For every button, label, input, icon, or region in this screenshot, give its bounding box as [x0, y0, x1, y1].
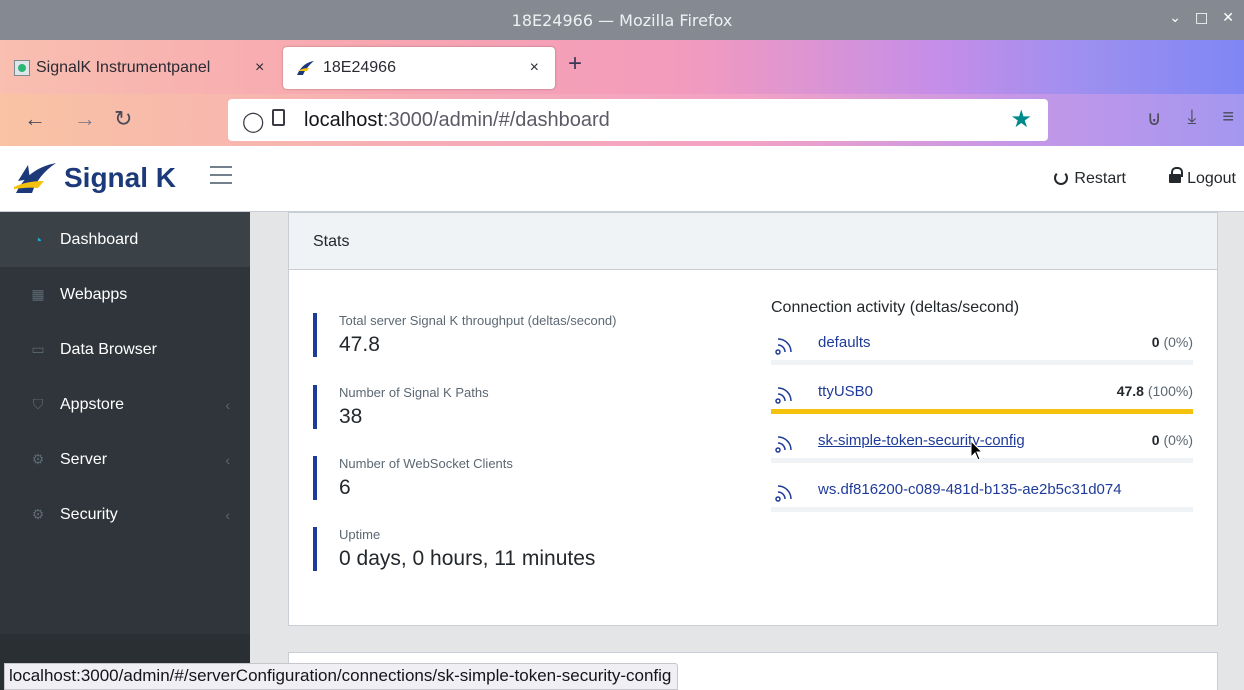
stat-label: Number of WebSocket Clients	[339, 456, 513, 471]
sidebar-item-appstore[interactable]: ⛉ Appstore ‹	[0, 377, 250, 432]
connection-row: ttyUSB0 47.8 (100%)	[771, 382, 1193, 414]
page-info-icon[interactable]	[272, 109, 285, 126]
stat-uptime: Uptime 0 days, 0 hours, 11 minutes	[313, 527, 595, 571]
connection-link[interactable]: ttyUSB0	[818, 383, 873, 400]
connection-activity-title: Connection activity (deltas/second)	[771, 299, 1020, 316]
feed-icon	[775, 387, 792, 404]
stats-card: Stats Total server Signal K throughput (…	[288, 212, 1218, 626]
basket-icon: ⛉	[32, 396, 44, 412]
tab-strip: SignalK Instrumentpanel × 18E24966 × +	[0, 40, 1244, 94]
new-tab-button[interactable]: +	[568, 50, 582, 78]
grid-icon: ▦	[31, 286, 45, 302]
reload-icon[interactable]: ↻	[114, 106, 132, 132]
stat-throughput: Total server Signal K throughput (deltas…	[313, 313, 617, 357]
link-status-bar: localhost:3000/admin/#/serverConfigurati…	[4, 663, 679, 690]
stat-label: Total server Signal K throughput (deltas…	[339, 313, 617, 328]
maximize-icon[interactable]: □	[1195, 10, 1208, 26]
chevron-left-icon: ‹	[225, 506, 230, 523]
stat-paths: Number of Signal K Paths 38	[313, 385, 489, 429]
close-window-icon[interactable]: ✕	[1222, 10, 1234, 26]
chevron-left-icon: ‹	[225, 451, 230, 468]
stat-label: Number of Signal K Paths	[339, 385, 489, 400]
navigation-toolbar: ← → ↻ ◯ localhost:3000/admin/#/dashboard…	[0, 94, 1244, 146]
brand[interactable]: Signal K	[12, 161, 176, 195]
logout-button[interactable]: Logout	[1169, 167, 1236, 188]
sidebar-item-label: Server	[60, 450, 108, 468]
lock-icon	[1169, 167, 1184, 183]
signalk-logo-icon	[14, 163, 56, 193]
signalk-favicon-icon	[297, 61, 314, 75]
restart-label: Restart	[1074, 170, 1126, 187]
sidebar-item-label: Data Browser	[60, 340, 157, 358]
logout-label: Logout	[1187, 170, 1236, 187]
window-title: 18E24966 — Mozilla Firefox	[511, 11, 733, 30]
tab-label: 18E24966	[323, 59, 396, 76]
sidebar-item-data-browser[interactable]: ▭ Data Browser	[0, 322, 250, 377]
stat-value: 38	[339, 405, 363, 428]
connection-activity-bar	[771, 360, 1193, 365]
connection-activity-bar	[771, 507, 1193, 512]
url-text[interactable]: localhost:3000/admin/#/dashboard	[304, 109, 610, 132]
stat-value: 6	[339, 476, 351, 499]
url-bar[interactable]: ◯ localhost:3000/admin/#/dashboard ★	[228, 99, 1048, 141]
main-content: Stats Total server Signal K throughput (…	[250, 212, 1244, 690]
pocket-icon[interactable]: ⊍	[1147, 106, 1162, 131]
connection-rate: 0 (0%)	[1151, 334, 1193, 350]
stat-value: 47.8	[339, 333, 380, 356]
folder-icon: ▭	[31, 341, 45, 357]
gear-icon: ⚙	[31, 506, 45, 522]
feed-icon	[775, 338, 792, 355]
toolbar-icons: ⊍ ⤓ ≡	[1147, 106, 1234, 131]
back-icon[interactable]: ←	[24, 106, 46, 132]
connection-link[interactable]: sk-simple-token-security-config	[818, 432, 1025, 449]
tab-signalk-instrumentpanel[interactable]: SignalK Instrumentpanel ×	[14, 47, 276, 89]
tab-close-icon[interactable]: ×	[530, 59, 539, 77]
connection-link[interactable]: ws.df816200-c089-481d-b135-ae2b5c31d074	[818, 481, 1122, 498]
sidebar: ◔ Dashboard ▦ Webapps ▭ Data Browser ⛉ A…	[0, 212, 250, 690]
sidebar-item-server[interactable]: ⚙ Server ‹	[0, 432, 250, 487]
feed-icon	[775, 436, 792, 453]
feed-icon	[775, 485, 792, 502]
bar-fill	[771, 409, 1193, 414]
app-header: Signal K Restart Logout	[0, 146, 1244, 212]
forward-icon[interactable]: →	[74, 106, 96, 132]
menu-icon[interactable]: ≡	[1222, 106, 1234, 131]
restart-button[interactable]: Restart	[1054, 170, 1126, 188]
speedometer-icon: ◔	[33, 231, 43, 248]
stat-websocket-clients: Number of WebSocket Clients 6	[313, 456, 513, 500]
connection-row: defaults 0 (0%)	[771, 333, 1193, 365]
sidebar-item-label: Webapps	[60, 285, 128, 303]
chevron-left-icon: ‹	[225, 396, 230, 413]
sidebar-item-label: Appstore	[60, 395, 125, 413]
stat-value: 0 days, 0 hours, 11 minutes	[339, 547, 596, 570]
window-controls: ⌄ □ ✕	[1169, 10, 1234, 26]
tab-favicon-icon	[14, 60, 30, 76]
tracking-shield-icon[interactable]: ◯	[242, 109, 264, 134]
sidebar-toggle-icon[interactable]	[210, 166, 232, 184]
sidebar-item-label: Security	[60, 505, 118, 523]
connection-rate: 0 (0%)	[1151, 432, 1193, 448]
connection-activity-bar	[771, 409, 1193, 414]
brand-name: Signal K	[64, 162, 177, 193]
sidebar-item-webapps[interactable]: ▦ Webapps	[0, 267, 250, 322]
tab-close-icon[interactable]: ×	[255, 59, 264, 77]
tab-label: SignalK Instrumentpanel	[36, 59, 211, 76]
tab-active[interactable]: 18E24966 ×	[283, 47, 555, 89]
sidebar-item-security[interactable]: ⚙ Security ‹	[0, 487, 250, 542]
connection-link[interactable]: defaults	[818, 334, 871, 351]
gear-icon: ⚙	[31, 451, 45, 467]
connection-rate: 47.8 (100%)	[1116, 383, 1193, 399]
bookmark-star-icon[interactable]: ★	[1010, 105, 1032, 134]
downloads-icon[interactable]: ⤓	[1187, 106, 1196, 131]
stat-label: Uptime	[339, 527, 381, 542]
card-header: Stats	[289, 213, 1217, 270]
sidebar-item-dashboard[interactable]: ◔ Dashboard	[0, 212, 250, 267]
restart-icon	[1054, 171, 1069, 185]
window-titlebar: 18E24966 — Mozilla Firefox ⌄ □ ✕	[0, 0, 1244, 40]
minimize-icon[interactable]: ⌄	[1169, 10, 1181, 26]
mouse-cursor-icon	[970, 440, 984, 461]
connection-row: ws.df816200-c089-481d-b135-ae2b5c31d074	[771, 480, 1193, 512]
sidebar-item-label: Dashboard	[60, 230, 139, 248]
